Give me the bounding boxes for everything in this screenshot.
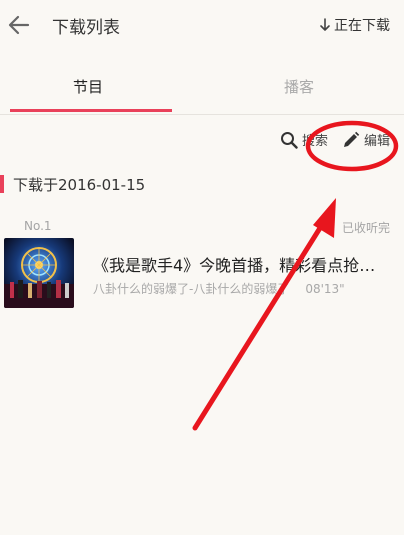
app-header: 下载列表 正在下载 [0, 0, 404, 52]
edit-label: 编辑 [363, 134, 390, 149]
section-header: 下载于2016-01-15 [0, 174, 145, 194]
episode-title: 《我是歌手4》今晚首播，精彩看点抢先看 [93, 256, 391, 275]
downloading-label: 正在下载 [334, 18, 390, 34]
section-label: 下载于2016-01-15 [13, 175, 146, 194]
downloading-button[interactable]: 正在下载 [319, 15, 390, 35]
tab-programs[interactable]: 节目 [73, 76, 103, 97]
arrow-down-icon [320, 18, 330, 31]
list-toolbar: 搜索 编辑 [266, 130, 390, 149]
annotation-arrowhead [313, 198, 336, 238]
episode-duration: 08'13" [305, 282, 345, 296]
search-label: 搜索 [301, 134, 328, 149]
section-accent-bar [0, 175, 4, 193]
episode-author: 八卦什么的弱爆了-八卦什么的弱爆了 [93, 282, 290, 296]
search-icon [280, 131, 298, 149]
episode-thumbnail[interactable] [4, 238, 74, 308]
edit-button[interactable]: 编辑 [342, 130, 390, 149]
active-tab-indicator [10, 109, 172, 112]
item-status: 已收听完 [341, 221, 390, 235]
pencil-icon [343, 131, 360, 147]
search-button[interactable]: 搜索 [280, 130, 328, 149]
back-icon[interactable] [6, 12, 32, 38]
episode-meta: 八卦什么的弱爆了-八卦什么的弱爆了 08'13" [93, 280, 345, 297]
page-title: 下载列表 [52, 18, 120, 38]
tab-bar: 节目 播客 [0, 62, 404, 115]
item-number: No.1 [24, 219, 52, 233]
tab-podcasts[interactable]: 播客 [284, 76, 314, 97]
